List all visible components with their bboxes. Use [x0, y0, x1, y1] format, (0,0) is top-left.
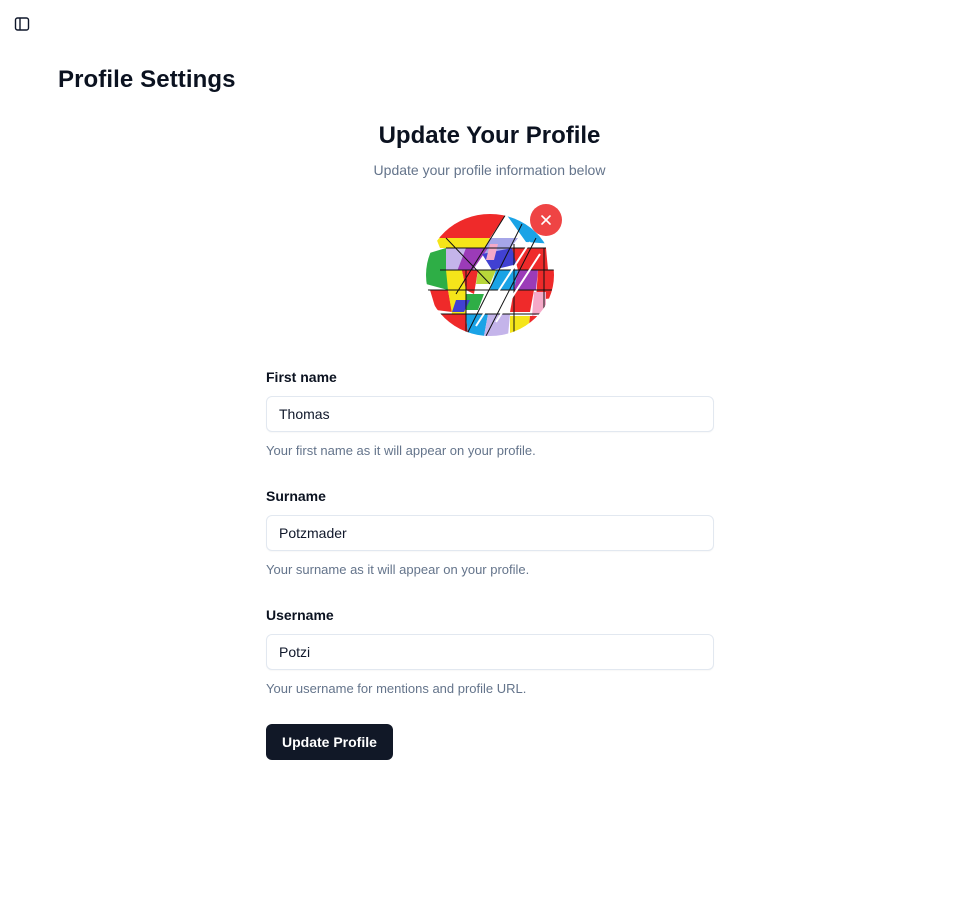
surname-field-group: Surname Your surname as it will appear o…	[266, 488, 714, 578]
surname-input[interactable]	[266, 515, 714, 551]
avatar-container	[426, 204, 562, 336]
close-icon	[541, 215, 551, 225]
surname-label: Surname	[266, 488, 326, 504]
first-name-field-group: First name Your first name as it will ap…	[266, 369, 714, 459]
sidebar-toggle-icon	[14, 17, 30, 31]
form-subtitle: Update your profile information below	[373, 162, 606, 178]
page-title: Profile Settings	[58, 66, 236, 93]
surname-help: Your surname as it will appear on your p…	[266, 562, 530, 577]
form-title: Update Your Profile	[378, 122, 601, 149]
update-profile-button[interactable]: Update Profile	[266, 724, 393, 760]
first-name-label: First name	[266, 369, 337, 385]
first-name-input[interactable]	[266, 396, 714, 432]
remove-avatar-button[interactable]	[530, 204, 562, 236]
username-input[interactable]	[266, 634, 714, 670]
first-name-help: Your first name as it will appear on you…	[266, 443, 536, 458]
username-label: Username	[266, 607, 334, 623]
username-field-group: Username Your username for mentions and …	[266, 607, 714, 697]
sidebar-toggle-button[interactable]	[12, 14, 32, 34]
username-help: Your username for mentions and profile U…	[266, 681, 527, 696]
profile-form: First name Your first name as it will ap…	[266, 369, 714, 760]
